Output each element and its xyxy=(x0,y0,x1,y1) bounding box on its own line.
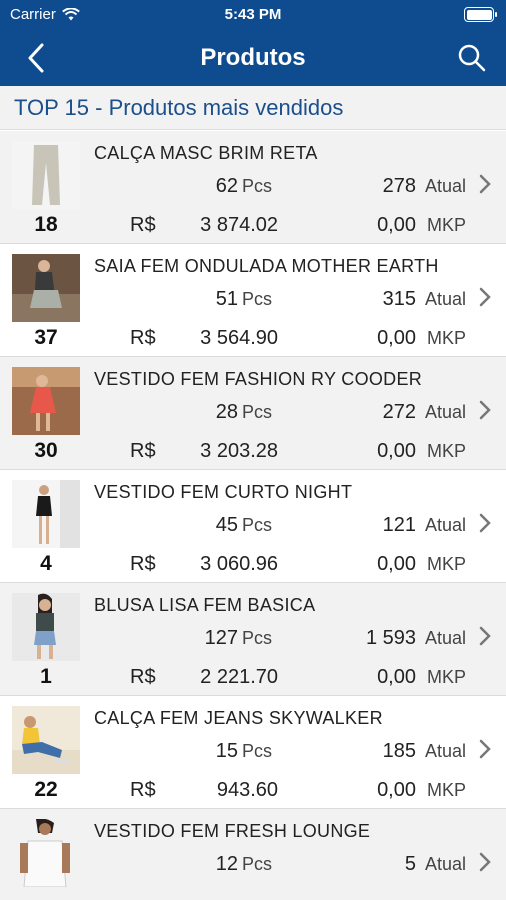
stock-value: 1 593 xyxy=(365,627,416,649)
quantity-value: 51 xyxy=(215,288,238,310)
stock-value: 185 xyxy=(382,740,416,762)
quantity-value: 45 xyxy=(215,514,238,536)
product-rank: 4 xyxy=(40,552,52,575)
stock-value: 5 xyxy=(404,853,416,875)
product-name: SAIA FEM ONDULADA MOTHER EARTH xyxy=(94,256,439,276)
markup-unit: MKP xyxy=(427,667,467,687)
product-name: VESTIDO FEM FRESH LOUNGE xyxy=(94,821,371,841)
quantity-unit: Pcs xyxy=(242,628,273,648)
currency-label: R$ xyxy=(130,779,156,801)
product-image xyxy=(12,819,80,887)
product-row[interactable]: 30 VESTIDO FEM FASHION RY COODER 28 Pcs … xyxy=(0,357,506,470)
markup-value: 0,00 xyxy=(377,440,416,462)
product-image xyxy=(12,480,80,548)
product-image xyxy=(12,706,80,774)
markup-unit: MKP xyxy=(427,554,467,574)
currency-label: R$ xyxy=(130,327,156,349)
chevron-right-icon xyxy=(479,400,491,420)
markup-unit: MKP xyxy=(427,328,467,348)
quantity-unit: Pcs xyxy=(242,854,273,874)
battery-icon xyxy=(464,7,497,22)
currency-label: R$ xyxy=(130,553,156,575)
chevron-right-icon xyxy=(479,852,491,872)
stock-unit: Atual xyxy=(425,402,467,422)
chevron-right-icon xyxy=(479,739,491,759)
product-rank: 30 xyxy=(34,439,58,462)
stock-unit: Atual xyxy=(425,176,467,196)
quantity-value: 28 xyxy=(215,401,238,423)
quantity-unit: Pcs xyxy=(242,289,273,309)
revenue-value: 3 874.02 xyxy=(200,214,278,236)
markup-unit: MKP xyxy=(427,780,467,800)
quantity-unit: Pcs xyxy=(242,515,273,535)
markup-unit: MKP xyxy=(427,441,467,461)
clock: 5:43 PM xyxy=(224,6,282,23)
product-rank: 37 xyxy=(34,326,58,349)
quantity-value: 15 xyxy=(215,740,238,762)
chevron-right-icon xyxy=(479,626,491,646)
product-name: CALÇA MASC BRIM RETA xyxy=(94,143,318,163)
quantity-value: 12 xyxy=(215,853,238,875)
product-rank: 18 xyxy=(34,213,58,236)
revenue-value: 2 221.70 xyxy=(200,666,278,688)
stock-unit: Atual xyxy=(425,628,467,648)
product-row[interactable]: VESTIDO FEM FRESH LOUNGE 12 Pcs 5 Atual xyxy=(0,809,506,900)
stock-unit: Atual xyxy=(425,741,467,761)
status-bar: Carrier 5:43 PM xyxy=(0,0,506,30)
product-row[interactable]: 18 CALÇA MASC BRIM RETA 62 Pcs 278 Atual… xyxy=(0,131,506,244)
product-image xyxy=(12,593,80,661)
section-title: TOP 15 - Produtos mais vendidos xyxy=(14,95,344,120)
revenue-value: 943.60 xyxy=(216,779,278,801)
product-row[interactable]: 37 SAIA FEM ONDULADA MOTHER EARTH 51 Pcs… xyxy=(0,244,506,357)
product-rank: 22 xyxy=(34,778,58,801)
currency-label: R$ xyxy=(130,214,156,236)
product-name: VESTIDO FEM CURTO NIGHT xyxy=(94,482,353,502)
quantity-unit: Pcs xyxy=(242,741,273,761)
stock-unit: Atual xyxy=(425,289,467,309)
markup-value: 0,00 xyxy=(377,327,416,349)
search-button[interactable] xyxy=(456,42,488,74)
quantity-value: 62 xyxy=(215,175,238,197)
stock-unit: Atual xyxy=(425,515,467,535)
currency-label: R$ xyxy=(130,666,156,688)
product-row[interactable]: 1 BLUSA LISA FEM BASICA 127 Pcs 1 593 At… xyxy=(0,583,506,696)
product-name: VESTIDO FEM FASHION RY COODER xyxy=(94,369,423,389)
stock-value: 272 xyxy=(382,401,416,423)
stock-value: 315 xyxy=(382,288,416,310)
product-name: CALÇA FEM JEANS SKYWALKER xyxy=(94,708,383,728)
markup-value: 0,00 xyxy=(377,214,416,236)
markup-value: 0,00 xyxy=(377,779,416,801)
stock-unit: Atual xyxy=(425,854,467,874)
markup-value: 0,00 xyxy=(377,553,416,575)
page-title: Produtos xyxy=(200,44,306,71)
markup-unit: MKP xyxy=(427,215,467,235)
quantity-unit: Pcs xyxy=(242,176,273,196)
revenue-value: 3 564.90 xyxy=(200,327,278,349)
stock-value: 121 xyxy=(382,514,416,536)
product-list: 18 CALÇA MASC BRIM RETA 62 Pcs 278 Atual… xyxy=(0,131,506,900)
product-image xyxy=(12,367,80,435)
markup-value: 0,00 xyxy=(377,666,416,688)
product-row[interactable]: 22 CALÇA FEM JEANS SKYWALKER 15 Pcs 185 … xyxy=(0,696,506,809)
product-rank: 1 xyxy=(40,665,52,688)
chevron-right-icon xyxy=(479,174,491,194)
product-row[interactable]: 4 VESTIDO FEM CURTO NIGHT 45 Pcs 121 Atu… xyxy=(0,470,506,583)
stock-value: 278 xyxy=(382,175,416,197)
revenue-value: 3 203.28 xyxy=(200,440,278,462)
product-name: BLUSA LISA FEM BASICA xyxy=(94,595,316,615)
navigation-bar: Produtos xyxy=(0,30,506,86)
search-icon xyxy=(458,44,486,72)
currency-label: R$ xyxy=(130,440,156,462)
product-image xyxy=(12,254,80,322)
chevron-right-icon xyxy=(479,513,491,533)
revenue-value: 3 060.96 xyxy=(200,553,278,575)
quantity-unit: Pcs xyxy=(242,402,273,422)
product-image xyxy=(12,141,80,209)
section-header: TOP 15 - Produtos mais vendidos xyxy=(0,86,506,130)
chevron-right-icon xyxy=(479,287,491,307)
quantity-value: 127 xyxy=(204,627,238,649)
